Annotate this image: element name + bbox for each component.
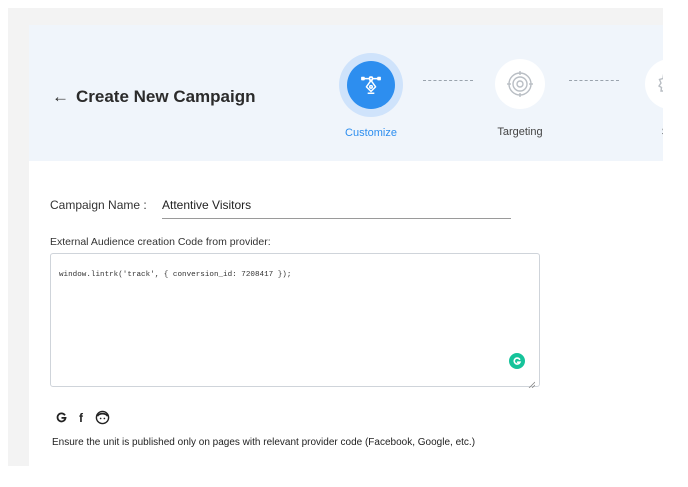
wizard-header: ← Create New Campaign Customize Targetin… [29,25,663,161]
gear-icon [645,59,663,109]
step-label-targeting: Targeting [497,126,543,138]
step-targeting[interactable]: Targeting [489,59,551,138]
step-connector [423,80,473,81]
provider-note: Ensure the unit is published only on pag… [52,437,476,448]
code-textarea[interactable]: window.lintrk('track', { conversion_id: … [50,253,540,389]
back-arrow-icon: ← [52,87,69,106]
facebook-icon[interactable]: f [79,411,83,425]
grammarly-icon[interactable] [509,353,525,369]
campaign-name-input[interactable] [162,196,511,219]
step-label-customize: Customize [345,127,397,139]
step-connector [569,80,619,81]
code-text: window.lintrk('track', { conversion_id: … [59,271,292,279]
step-label-settings: Set [639,126,663,138]
campaign-name-label: Campaign Name : [50,198,147,212]
back-button[interactable]: ← Create New Campaign [52,87,256,107]
campaign-panel: ← Create New Campaign Customize Targetin… [29,25,663,466]
target-icon [495,59,545,109]
page-title: Create New Campaign [76,87,256,106]
step-customize[interactable]: Customize [335,53,407,139]
step-settings[interactable]: Set [639,59,663,138]
code-label: External Audience creation Code from pro… [50,236,271,248]
pen-tool-icon [347,61,395,109]
quora-icon[interactable] [95,410,110,425]
provider-icons: f [56,410,110,425]
resize-handle-icon[interactable] [528,375,536,389]
google-icon[interactable] [56,412,67,423]
campaign-name-row: Campaign Name : [50,196,511,219]
